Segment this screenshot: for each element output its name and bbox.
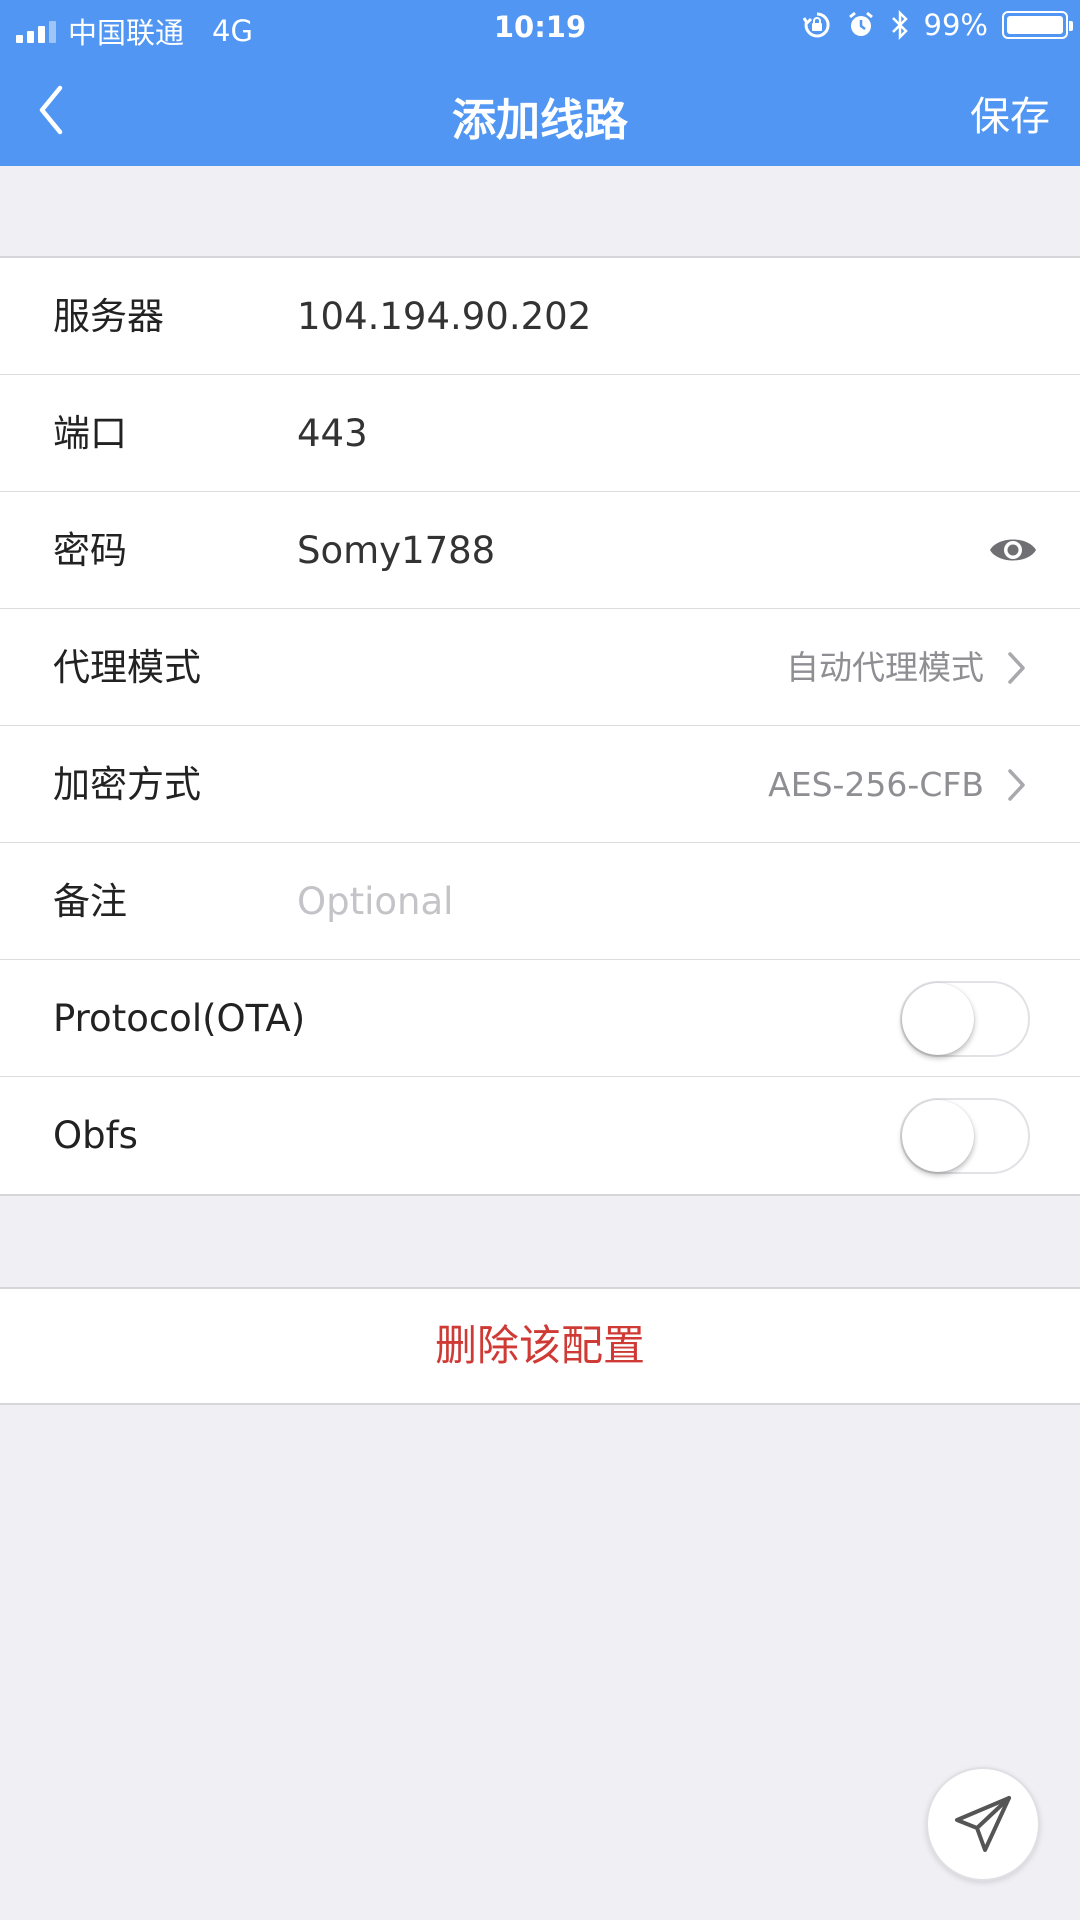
chevron-right-icon: [1008, 651, 1025, 684]
password-input[interactable]: Somy1788: [297, 492, 495, 609]
remark-label: 备注: [53, 880, 127, 923]
send-button[interactable]: [926, 1767, 1040, 1881]
delete-config-button[interactable]: 删除该配置: [0, 1289, 1080, 1403]
obfs-toggle[interactable]: [900, 1098, 1030, 1174]
port-label: 端口: [53, 412, 127, 455]
encryption-row[interactable]: 加密方式 AES-256-CFB: [0, 726, 1080, 843]
obfs-row: Obfs: [0, 1077, 1080, 1194]
chevron-right-icon: [1008, 768, 1025, 801]
status-bar: 中国联通 4G 10:19 99%: [0, 0, 1080, 54]
proxy-mode-selector[interactable]: 自动代理模式: [786, 609, 1028, 726]
protocol-ota-label: Protocol(OTA): [53, 997, 306, 1040]
encryption-label: 加密方式: [53, 763, 201, 806]
app-header: 中国联通 4G 10:19 99% 添加线路 保存: [0, 0, 1080, 166]
page-title: 添加线路: [452, 95, 628, 146]
line-config-form: 服务器 104.194.90.202 端口 443 密码 Somy1788 代理…: [0, 256, 1080, 1196]
encryption-value: AES-256-CFB: [768, 765, 984, 804]
password-label: 密码: [53, 529, 127, 572]
port-input[interactable]: 443: [297, 375, 368, 492]
navigation-bar: 添加线路 保存: [0, 54, 1080, 166]
password-row[interactable]: 密码 Somy1788: [0, 492, 1080, 609]
eye-icon[interactable]: [988, 530, 1038, 570]
toggle-knob: [902, 983, 974, 1055]
bluetooth-icon: [891, 9, 908, 41]
send-icon: [955, 1796, 1011, 1852]
delete-section: 删除该配置: [0, 1287, 1080, 1405]
battery-icon: [1002, 11, 1073, 39]
proxy-mode-label: 代理模式: [53, 646, 201, 689]
rotation-lock-icon: [802, 12, 830, 38]
proxy-mode-row[interactable]: 代理模式 自动代理模式: [0, 609, 1080, 726]
save-button[interactable]: 保存: [970, 84, 1050, 142]
server-label: 服务器: [53, 295, 164, 338]
battery-percent: 99%: [923, 8, 988, 42]
status-bar-right: 99%: [802, 8, 1073, 42]
remark-row[interactable]: 备注 Optional: [0, 843, 1080, 960]
port-row[interactable]: 端口 443: [0, 375, 1080, 492]
alarm-icon: [848, 11, 873, 36]
protocol-ota-toggle[interactable]: [900, 981, 1030, 1057]
toggle-knob: [902, 1100, 974, 1172]
protocol-ota-row: Protocol(OTA): [0, 960, 1080, 1077]
encryption-selector[interactable]: AES-256-CFB: [768, 726, 1028, 843]
obfs-label: Obfs: [53, 1114, 138, 1157]
server-input[interactable]: 104.194.90.202: [297, 258, 591, 375]
proxy-mode-value: 自动代理模式: [786, 648, 984, 687]
server-row[interactable]: 服务器 104.194.90.202: [0, 258, 1080, 375]
remark-input[interactable]: Optional: [297, 843, 453, 960]
